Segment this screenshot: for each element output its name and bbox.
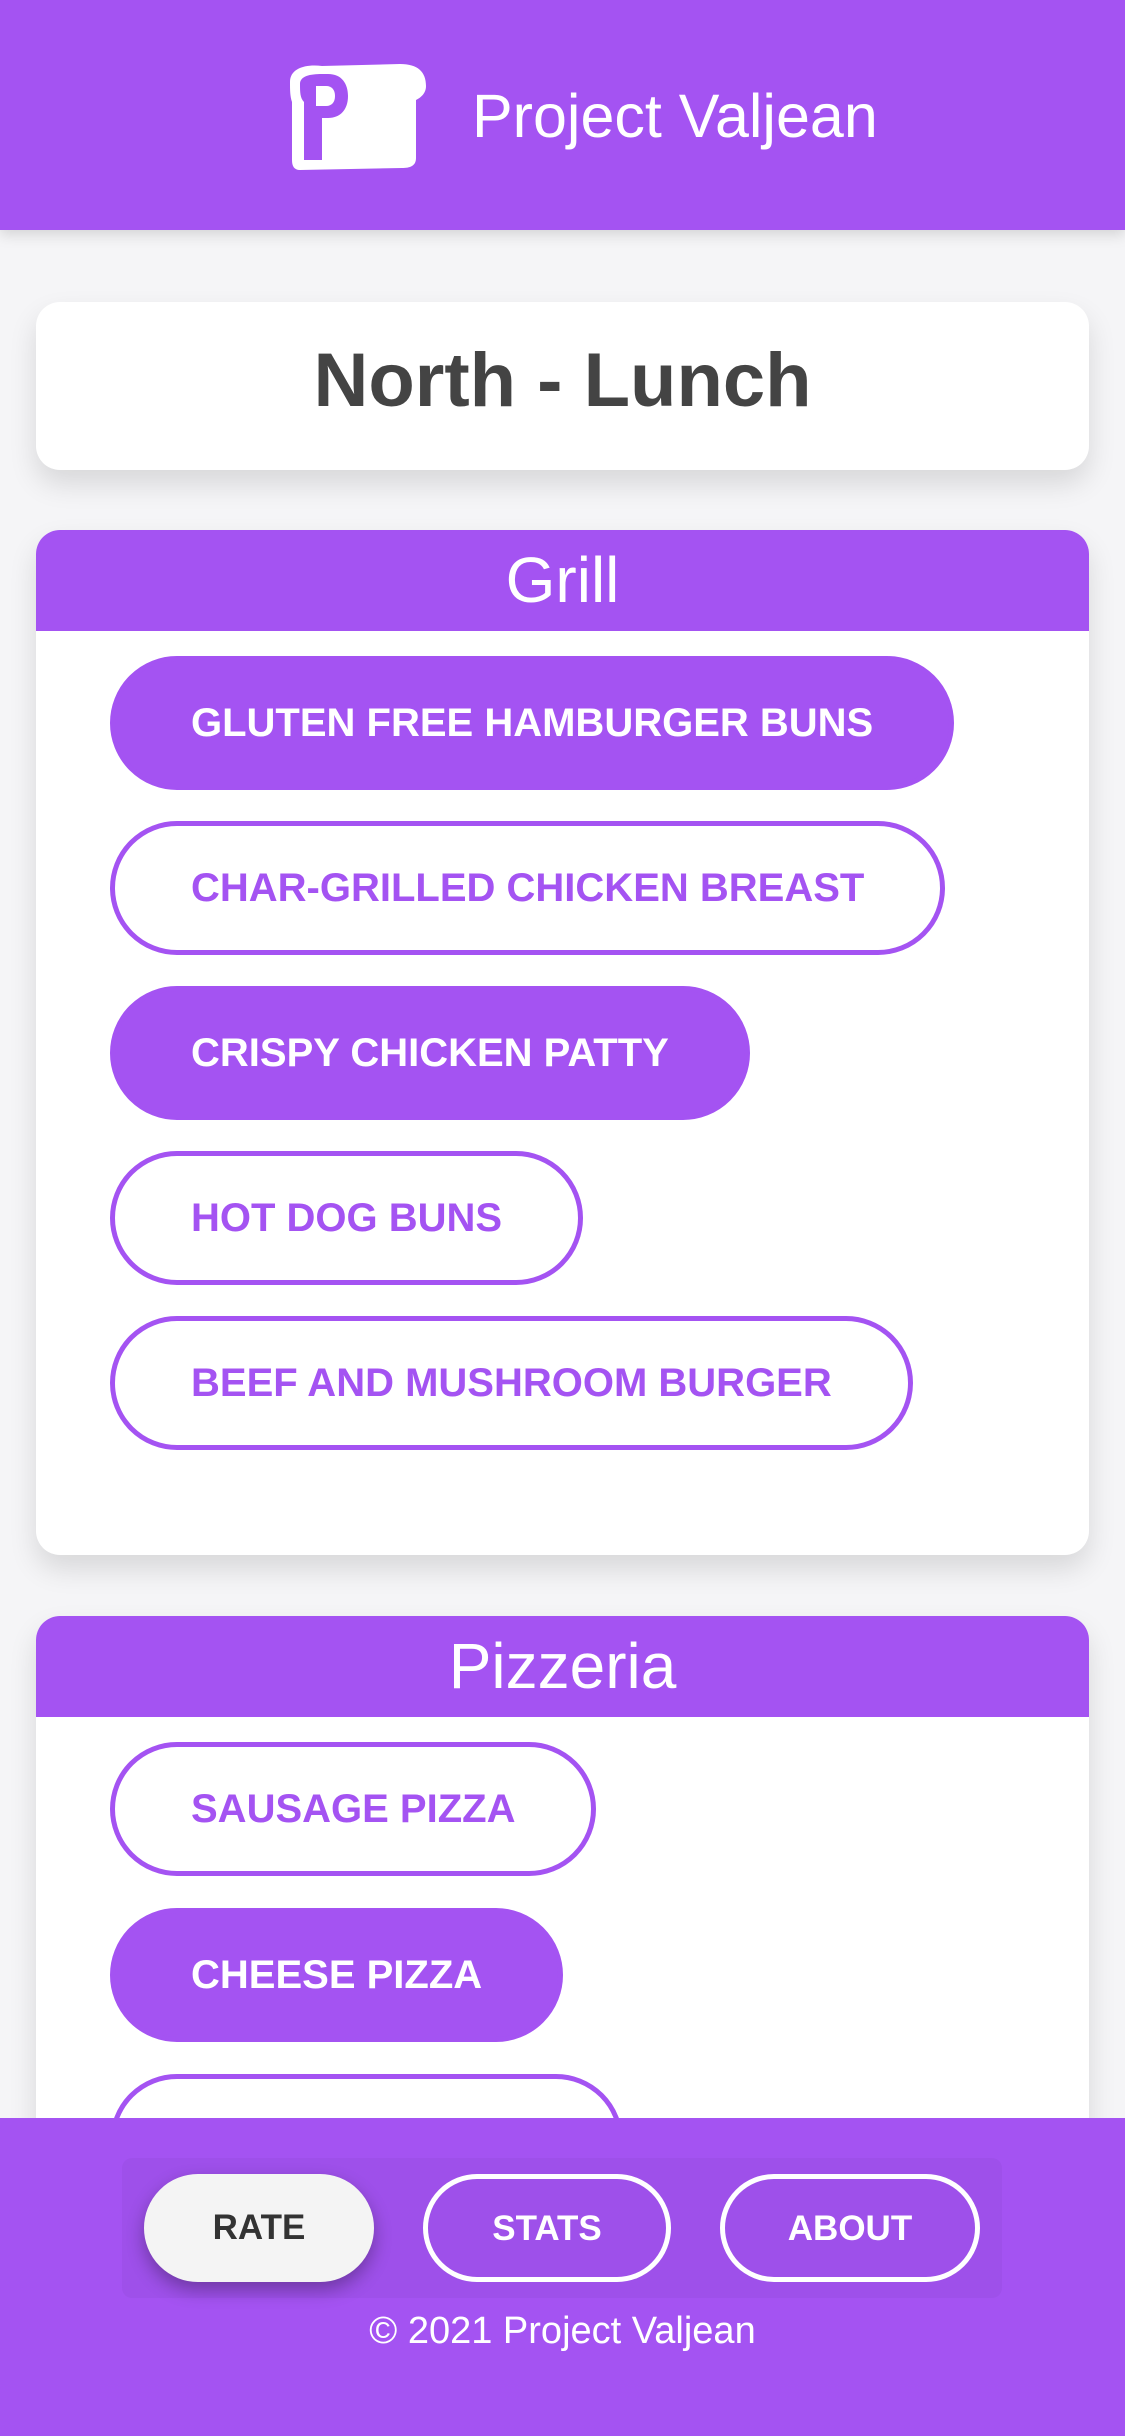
app-title: Project Valjean [472,82,878,150]
nav-rate-button[interactable]: RATE [144,2174,374,2282]
station-header-grill: Grill [36,530,1089,631]
menu-item-char-grilled-chicken-breast[interactable]: CHAR-GRILLED CHICKEN BREAST [110,821,946,955]
menu-item-gluten-free-hamburger-buns[interactable]: GLUTEN FREE HAMBURGER BUNS [110,656,955,790]
menu-item-sausage-pizza[interactable]: SAUSAGE PIZZA [110,1742,597,1876]
menu-item-hot-dog-buns[interactable]: HOT DOG BUNS [110,1151,584,1285]
page-title: North - Lunch [313,338,812,423]
copyright-text: © 2021 Project Valjean [369,2310,756,2352]
footer: RATE STATS ABOUT © 2021 Project Valjean [0,2118,1125,2436]
menu-item-cheese-pizza[interactable]: CHEESE PIZZA [110,1908,564,2042]
nav-about-button[interactable]: ABOUT [720,2174,980,2282]
menu-item-beef-and-mushroom-burger[interactable]: BEEF AND MUSHROOM BURGER [110,1316,913,1450]
station-header-pizzeria: Pizzeria [36,1616,1089,1717]
menu-item-crispy-chicken-patty[interactable]: CRISPY CHICKEN PATTY [110,986,750,1120]
menu-item-partially-hidden[interactable] [110,2074,623,2118]
bread-p-logo-icon [290,64,426,170]
station-card-grill: Grill GLUTEN FREE HAMBURGER BUNS CHAR-GR… [36,530,1089,1555]
app-header: Project Valjean [0,0,1125,230]
location-title-card: North - Lunch [36,302,1089,470]
nav-stats-button[interactable]: STATS [423,2174,671,2282]
station-card-pizzeria: Pizzeria SAUSAGE PIZZA CHEESE PIZZA [36,1616,1089,2118]
menu-content[interactable]: North - Lunch Grill GLUTEN FREE HAMBURGE… [0,230,1125,2118]
